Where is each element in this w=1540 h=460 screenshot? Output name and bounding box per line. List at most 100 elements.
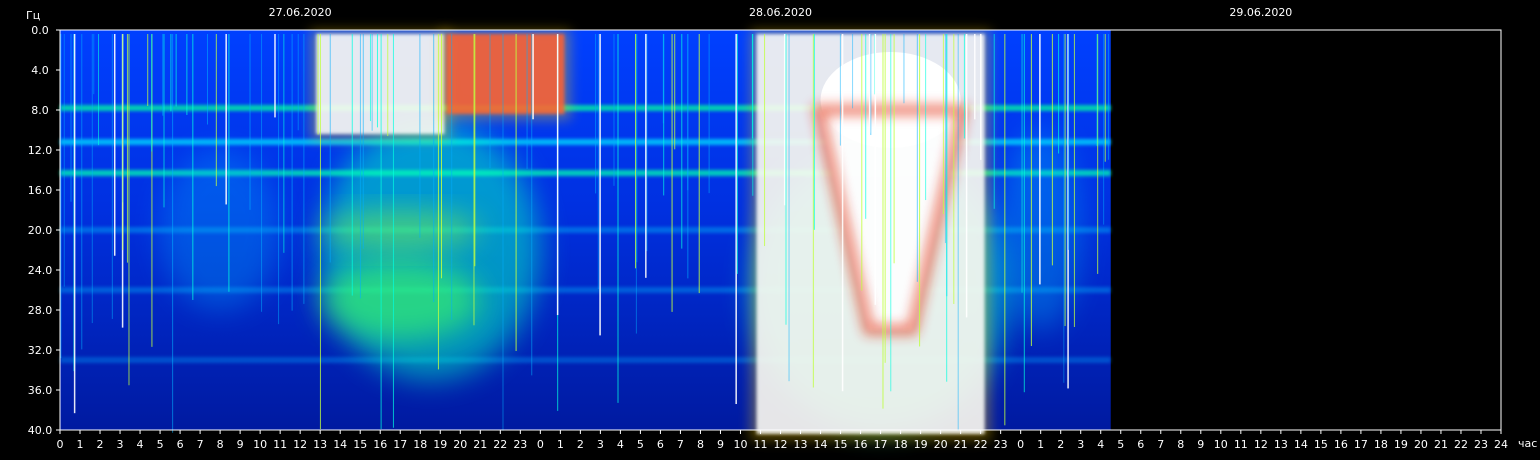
impulse-streak xyxy=(215,34,217,187)
impulse-streak xyxy=(419,34,421,238)
impulse-streak xyxy=(613,34,615,186)
x-tick-label: 15 xyxy=(834,438,848,451)
y-tick-label: 12.0 xyxy=(28,144,53,157)
x-tick-label: 11 xyxy=(753,438,767,451)
impulse-streak xyxy=(874,34,877,305)
y-tick-label: 32.0 xyxy=(28,344,53,357)
impulse-streak xyxy=(957,34,959,431)
impulse-streak xyxy=(1039,34,1041,285)
impulse-streak xyxy=(1107,34,1109,160)
impulse-streak xyxy=(852,34,854,109)
impulse-streak xyxy=(1058,34,1060,154)
impulse-streak xyxy=(980,34,982,160)
impulse-streak xyxy=(698,34,700,294)
impulse-streak xyxy=(882,34,884,409)
impulse-streak xyxy=(953,34,955,304)
x-tick-label: 24 xyxy=(1494,438,1508,451)
x-tick-label: 4 xyxy=(617,438,624,451)
activity-cloud xyxy=(320,210,481,250)
x-tick-label: 1 xyxy=(557,438,564,451)
x-tick-label: 18 xyxy=(894,438,908,451)
impulse-streak xyxy=(329,34,331,263)
x-tick-label: 16 xyxy=(854,438,868,451)
impulse-streak xyxy=(532,34,534,120)
impulse-streak xyxy=(893,34,895,264)
x-tick-label: 0 xyxy=(537,438,544,451)
impulse-streak xyxy=(60,34,62,359)
impulse-streak xyxy=(919,34,921,347)
x-tick-label: 9 xyxy=(237,438,244,451)
impulse-streak xyxy=(531,34,533,376)
impulse-streak xyxy=(963,34,965,139)
x-tick-label: 2 xyxy=(577,438,584,451)
impulse-streak xyxy=(297,34,299,131)
x-tick-label: 19 xyxy=(914,438,928,451)
impulse-streak xyxy=(671,34,673,312)
impulse-streak xyxy=(122,34,124,251)
impulse-streak xyxy=(73,34,76,414)
x-tick-label: 22 xyxy=(493,438,507,451)
x-tick-label: 9 xyxy=(1197,438,1204,451)
impulse-streak xyxy=(359,34,361,299)
impulse-streak xyxy=(502,34,504,431)
impulse-streak xyxy=(635,34,637,269)
impulse-streak xyxy=(113,34,116,256)
x-tick-label: 20 xyxy=(453,438,467,451)
impulse-streak xyxy=(751,34,753,139)
spectrogram-chart: Гц час 0.0 4.0 8.0 12.0 16.0 20.0 24.0 28.0 32.0… xyxy=(0,0,1540,460)
x-tick-label: 10 xyxy=(253,438,267,451)
x-tick-label: 15 xyxy=(1314,438,1328,451)
impulse-streak xyxy=(884,34,886,363)
x-tick-label: 3 xyxy=(117,438,124,451)
x-tick-label: 22 xyxy=(1454,438,1468,451)
impulse-streak xyxy=(865,34,867,219)
x-tick-label: 16 xyxy=(1334,438,1348,451)
impulse-streak xyxy=(172,34,174,433)
y-tick-label: 4.0 xyxy=(31,64,49,77)
impulse-streak xyxy=(861,34,863,291)
impulse-streak xyxy=(441,34,443,279)
x-tick-label: 21 xyxy=(954,438,968,451)
impulse-streak xyxy=(916,34,918,282)
date-label: 29.06.2020 xyxy=(1229,6,1292,19)
impulse-streak xyxy=(351,34,353,296)
impulse-streak xyxy=(380,34,382,429)
impulse-streak xyxy=(91,34,93,324)
impulse-streak xyxy=(1004,34,1006,426)
impulse-streak xyxy=(617,34,619,403)
x-tick-label: 21 xyxy=(473,438,487,451)
impulse-streak xyxy=(163,34,165,208)
x-tick-label: 22 xyxy=(974,438,988,451)
impulse-streak xyxy=(681,34,683,249)
x-tick-label: 13 xyxy=(794,438,808,451)
impulse-streak xyxy=(946,34,948,382)
impulse-streak xyxy=(111,34,113,319)
x-tick-label: 14 xyxy=(333,438,347,451)
x-tick-label: 0 xyxy=(57,438,64,451)
impulse-streak xyxy=(662,34,664,124)
date-label: 28.06.2020 xyxy=(749,6,812,19)
impulse-streak xyxy=(317,34,319,135)
impulse-streak xyxy=(186,34,188,115)
x-tick-label: 1 xyxy=(77,438,84,451)
x-tick-label: 18 xyxy=(1374,438,1388,451)
impulse-streak xyxy=(98,34,100,146)
impulse-streak xyxy=(965,34,968,318)
y-axis-label: Гц xyxy=(26,9,40,22)
x-tick-label: 7 xyxy=(197,438,204,451)
impulse-streak xyxy=(387,34,389,136)
impulse-streak xyxy=(1103,34,1105,225)
impulse-streak xyxy=(942,34,944,215)
impulse-streak xyxy=(433,34,435,303)
x-tick-label: 17 xyxy=(1354,438,1368,451)
x-tick-label: 10 xyxy=(733,438,747,451)
activity-cloud xyxy=(320,120,541,380)
impulse-streak xyxy=(595,34,597,194)
impulse-streak xyxy=(369,34,371,122)
impulse-streak xyxy=(841,34,844,392)
x-tick-label: 9 xyxy=(717,438,724,451)
impulse-streak xyxy=(261,34,263,312)
impulse-streak xyxy=(70,34,72,202)
x-tick-label: 21 xyxy=(1434,438,1448,451)
impulse-streak xyxy=(376,34,378,128)
